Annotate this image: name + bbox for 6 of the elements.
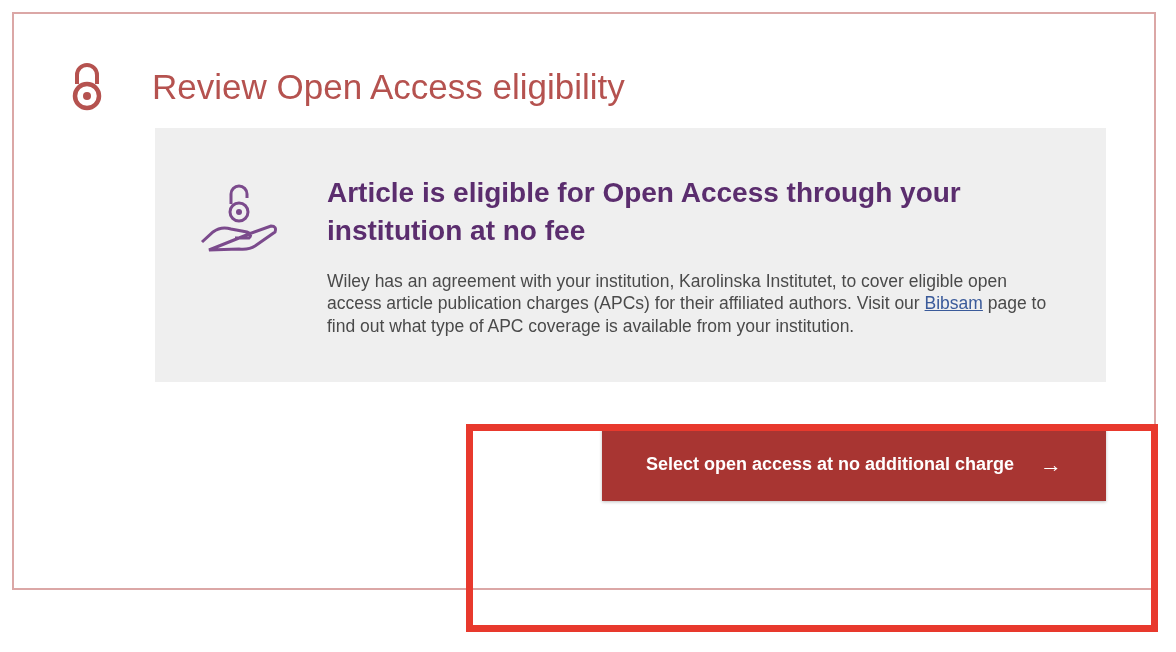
open-lock-icon: [70, 62, 104, 112]
section-title: Review Open Access eligibility: [152, 66, 625, 108]
notice-text: Wiley has an agreement with your institution, Karolinska Institutet, to cover eligible open access article publication charges (APCs) for their affiliated authors. Visit our Bibsam page to find out what type of APC coverage is available from your institution.: [327, 269, 1048, 338]
notice-heading: Article is eligible for Open Access through your institution at no fee: [327, 176, 962, 248]
bibsam-link[interactable]: Bibsam: [924, 293, 983, 314]
hand-lock-icon: [199, 182, 279, 254]
